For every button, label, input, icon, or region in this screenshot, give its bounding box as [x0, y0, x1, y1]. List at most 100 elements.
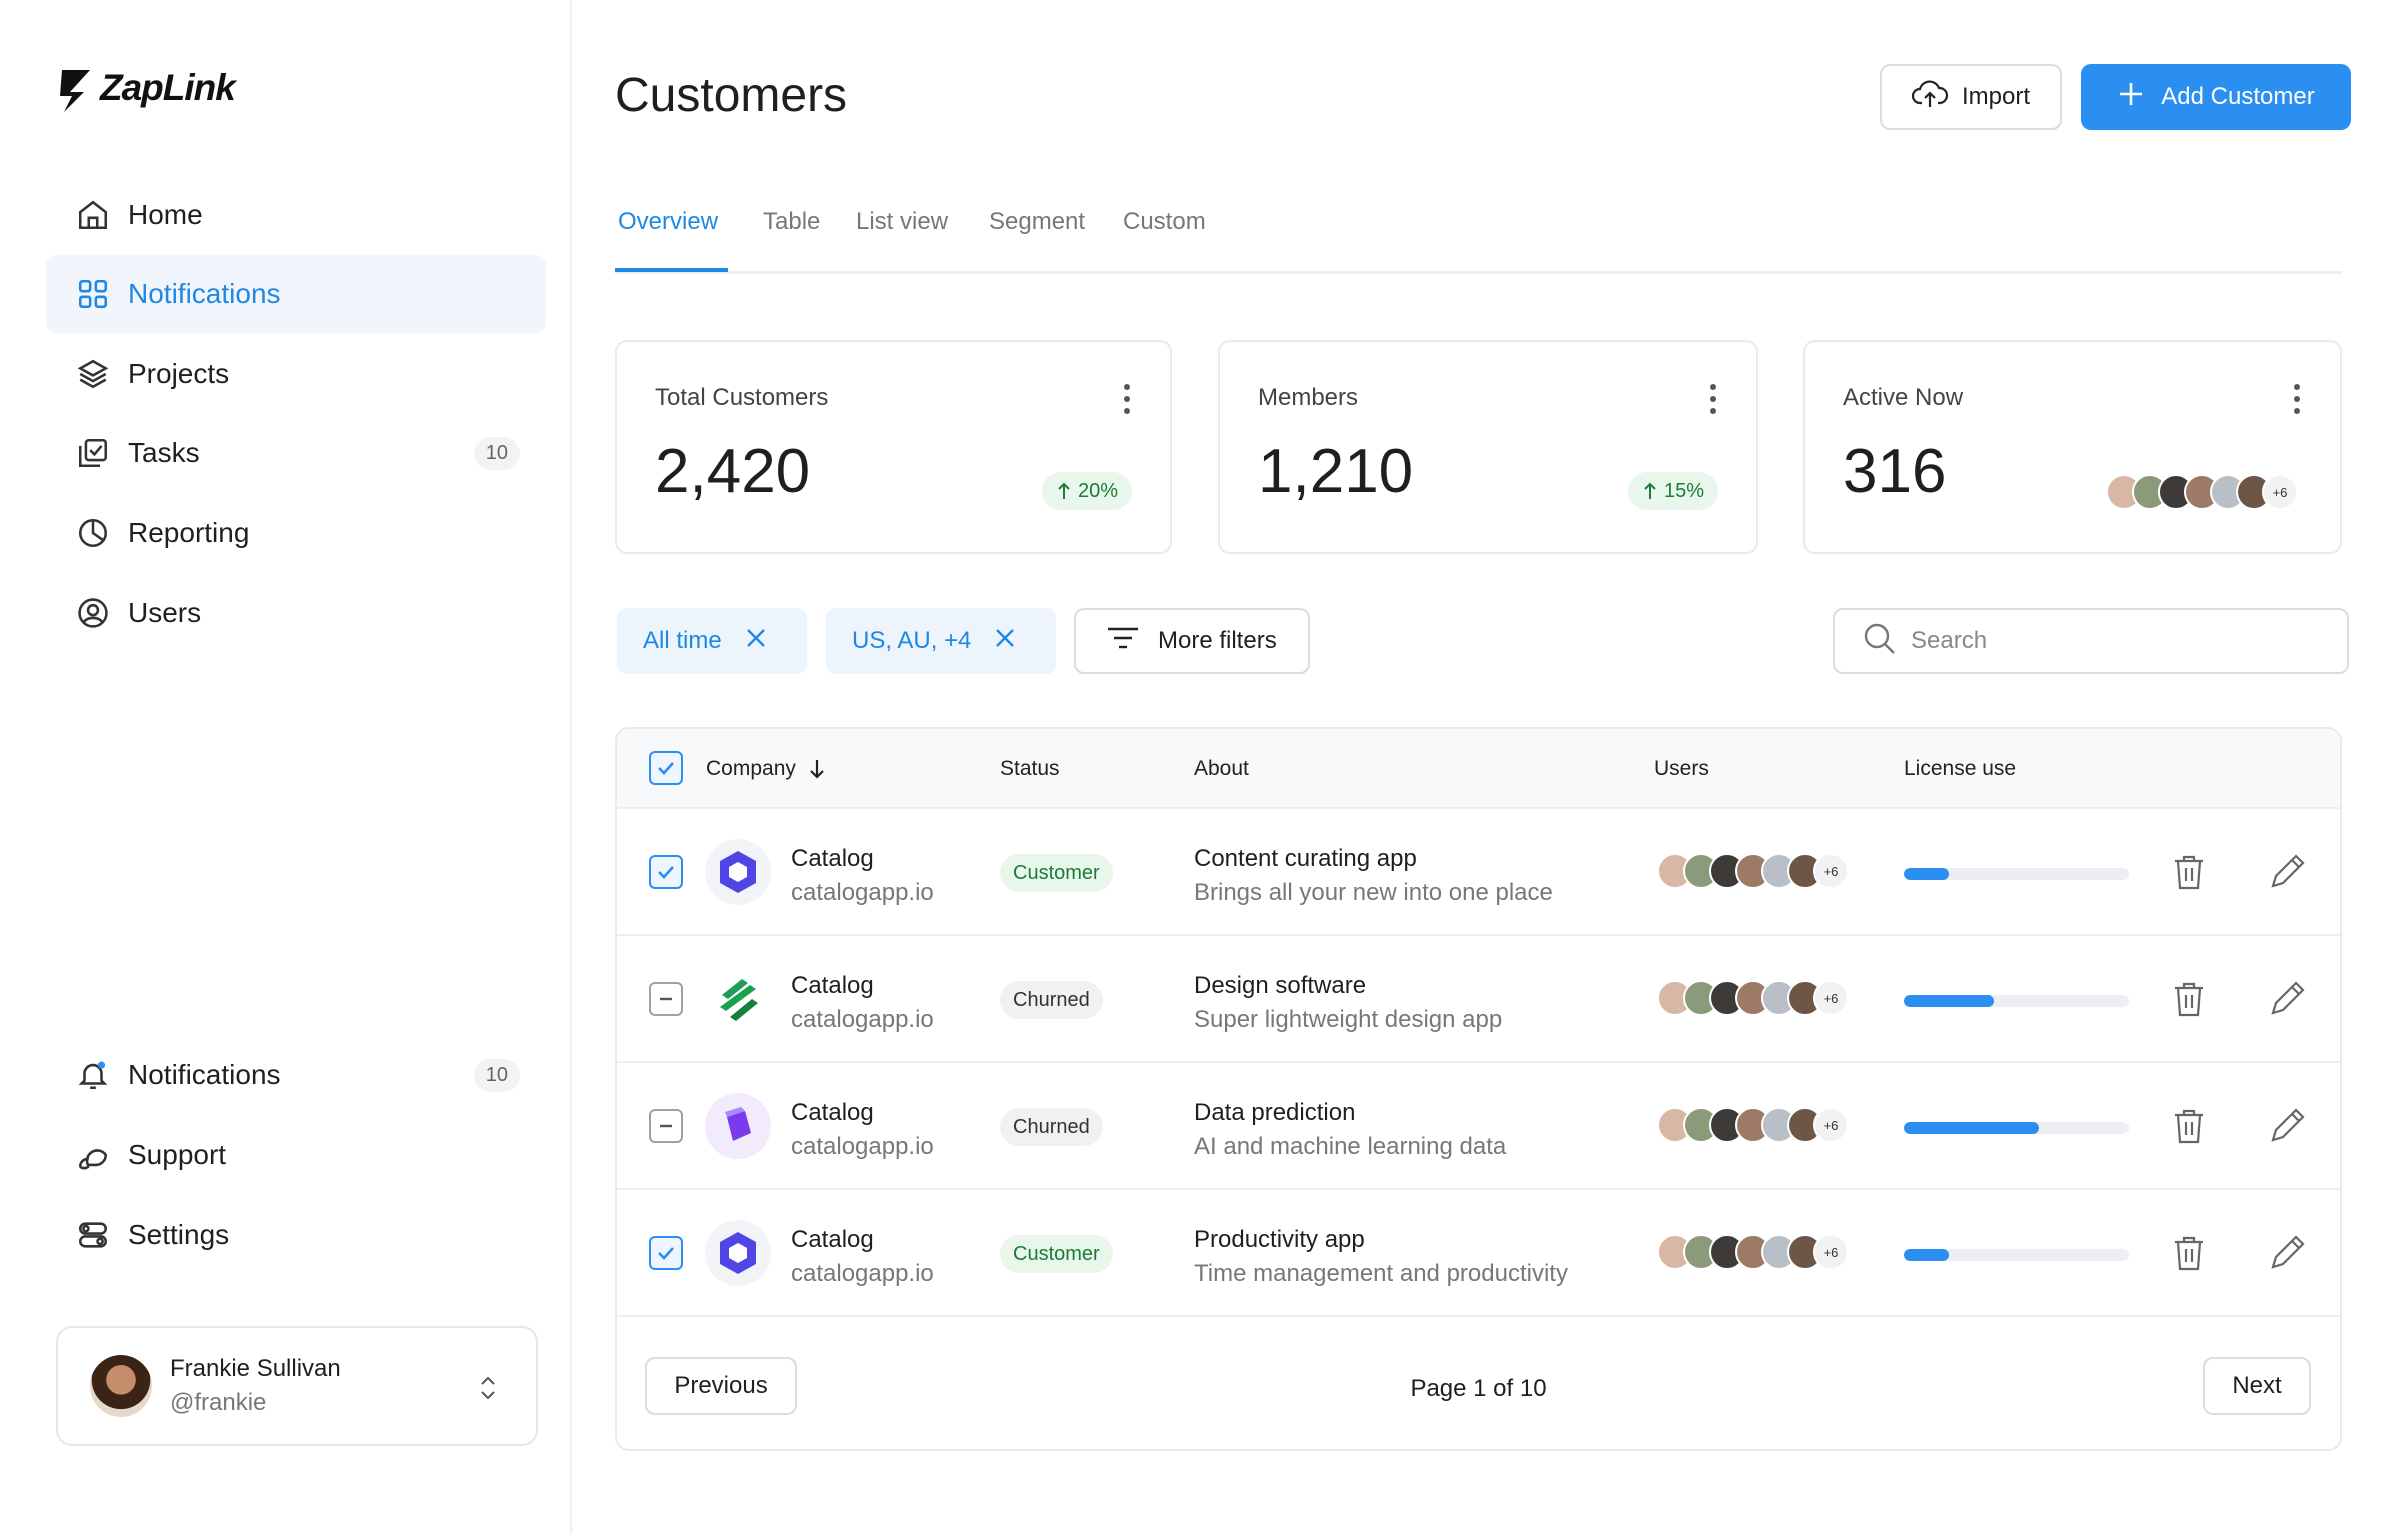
pencil-icon[interactable] [2268, 978, 2308, 1023]
status-badge: Customer [1000, 854, 1113, 892]
sidebar-item-notifications[interactable]: Notifications [46, 255, 546, 333]
company-domain: catalogapp.io [791, 1133, 934, 1160]
header-license[interactable]: License use [1904, 757, 2016, 781]
table-row[interactable]: Catalog catalogapp.io Customer Productiv… [617, 1190, 2340, 1317]
sidebar-item-settings[interactable]: Settings [46, 1196, 546, 1274]
avatar-group: +6 [1657, 853, 1849, 889]
select-all-checkbox[interactable] [649, 751, 683, 785]
row-checkbox[interactable] [649, 1109, 683, 1143]
more-vertical-icon[interactable] [1122, 384, 1132, 418]
tab-overview[interactable]: Overview [618, 208, 718, 236]
chevron-up-down-icon[interactable] [476, 1372, 500, 1409]
pencil-icon[interactable] [2268, 851, 2308, 896]
more-vertical-icon[interactable] [1708, 384, 1718, 418]
avatar-more-count: +6 [1813, 980, 1849, 1016]
filter-chip-region[interactable]: US, AU, +4 [826, 608, 1056, 674]
chip-label: All time [643, 627, 722, 654]
tab-table[interactable]: Table [763, 208, 820, 236]
status-badge: Churned [1000, 1108, 1103, 1146]
header-company[interactable]: Company [706, 757, 826, 781]
next-button[interactable]: Next [2203, 1357, 2311, 1415]
add-customer-label: Add Customer [2161, 83, 2315, 110]
trash-icon[interactable] [2172, 853, 2206, 896]
import-button[interactable]: Import [1880, 64, 2062, 130]
user-card[interactable]: Frankie Sullivan @frankie [56, 1326, 538, 1446]
sidebar-item-notifications-bottom[interactable]: Notifications 10 [46, 1036, 546, 1114]
about-subtitle: Brings all your new into one place [1194, 879, 1553, 906]
green-stripes-logo-icon [705, 966, 771, 1032]
trash-icon[interactable] [2172, 1107, 2206, 1150]
header-status[interactable]: Status [1000, 757, 1060, 781]
row-checkbox[interactable] [649, 982, 683, 1016]
arrow-up-icon [1058, 482, 1070, 499]
search-box[interactable] [1833, 608, 2349, 674]
count-badge: 10 [473, 1058, 520, 1092]
company-domain: catalogapp.io [791, 1260, 934, 1287]
layers-icon [74, 355, 112, 393]
trend-badge: 20% [1041, 472, 1132, 510]
filter-chip-time[interactable]: All time [617, 608, 807, 674]
close-icon[interactable] [993, 626, 1017, 657]
company-name: Catalog [791, 972, 874, 999]
header-about[interactable]: About [1194, 757, 1249, 781]
stat-label: Active Now [1843, 384, 1964, 411]
user-circle-icon [74, 594, 112, 632]
user-handle: @frankie [170, 1389, 267, 1416]
header-label: Company [706, 757, 796, 780]
tab-segment[interactable]: Segment [989, 208, 1085, 236]
stat-value: 1,210 [1258, 437, 1414, 506]
sidebar-item-label: Notifications [128, 278, 281, 309]
close-icon[interactable] [744, 626, 768, 657]
avatar-group: +6 [1657, 980, 1849, 1016]
sidebar-item-reporting[interactable]: Reporting [46, 494, 546, 572]
user-name: Frankie Sullivan [170, 1355, 341, 1382]
check-icon [658, 762, 674, 775]
app-logo[interactable]: ZapLink [56, 62, 236, 114]
table-row[interactable]: Catalog catalogapp.io Customer Content c… [617, 809, 2340, 936]
pencil-icon[interactable] [2268, 1232, 2308, 1277]
more-filters-button[interactable]: More filters [1074, 608, 1310, 674]
sidebar-item-users[interactable]: Users [46, 574, 546, 652]
import-label: Import [1961, 83, 2030, 110]
license-progress-fill [1904, 868, 1949, 880]
sidebar-item-tasks[interactable]: Tasks 10 [46, 414, 546, 492]
about-subtitle: Time management and productivity [1194, 1260, 1568, 1287]
tab-list-view[interactable]: List view [856, 208, 948, 236]
add-customer-button[interactable]: Add Customer [2081, 64, 2351, 130]
trash-icon[interactable] [2172, 1234, 2206, 1277]
stat-card-total-customers: Total Customers 2,420 20% [615, 340, 1172, 554]
page-title: Customers [615, 69, 848, 122]
chip-label: US, AU, +4 [852, 627, 972, 654]
status-badge: Customer [1000, 1235, 1113, 1273]
company-domain: catalogapp.io [791, 879, 934, 906]
license-progress-fill [1904, 995, 1994, 1007]
minus-icon [660, 1124, 672, 1128]
stat-card-active-now: Active Now 316 +6 [1803, 340, 2342, 554]
tab-custom[interactable]: Custom [1123, 208, 1206, 236]
search-input[interactable] [1911, 627, 2311, 655]
more-vertical-icon[interactable] [2292, 384, 2302, 418]
header-users[interactable]: Users [1654, 757, 1709, 781]
logo-text: ZapLink [100, 67, 236, 108]
pencil-icon[interactable] [2268, 1105, 2308, 1150]
table-row[interactable]: Catalog catalogapp.io Churned Design sof… [617, 936, 2340, 1063]
stat-label: Total Customers [655, 384, 829, 411]
active-tab-indicator [615, 268, 728, 272]
trash-icon[interactable] [2172, 980, 2206, 1023]
previous-button[interactable]: Previous [645, 1357, 797, 1415]
about-title: Content curating app [1194, 845, 1417, 872]
sidebar-item-projects[interactable]: Projects [46, 335, 546, 413]
table-header: Company Status About Users License use [617, 729, 2340, 809]
table-row[interactable]: Catalog catalogapp.io Churned Data predi… [617, 1063, 2340, 1190]
sidebar-item-label: Settings [128, 1219, 230, 1250]
row-checkbox[interactable] [649, 1236, 683, 1270]
sidebar-item-support[interactable]: Support [46, 1116, 546, 1194]
avatar-more-count: +6 [1813, 853, 1849, 889]
tasks-icon [74, 434, 112, 472]
avatar-more-count: +6 [1813, 1107, 1849, 1143]
row-checkbox[interactable] [649, 855, 683, 889]
company-name: Catalog [791, 845, 874, 872]
license-progress [1904, 1122, 2129, 1134]
tab-bar: Overview Table List view Segment Custom [615, 198, 2342, 274]
sidebar-item-home[interactable]: Home [46, 176, 546, 254]
